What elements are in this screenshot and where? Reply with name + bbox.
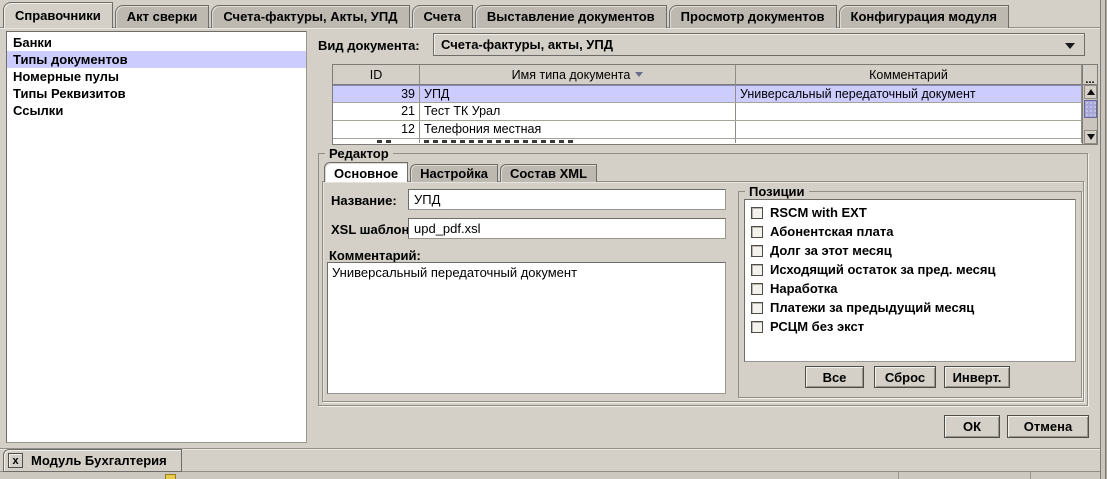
editor-tab-nastroyka[interactable]: Настройка: [410, 164, 498, 182]
checkbox-icon[interactable]: [751, 283, 763, 295]
checkbox-icon[interactable]: [751, 321, 763, 333]
doc-type-value: Счета-фактуры, акты, УПД: [441, 37, 613, 52]
table-scrollbar[interactable]: [1082, 85, 1097, 144]
module-tab-buhgalteriya[interactable]: x Модуль Бухгалтерия: [3, 449, 182, 472]
comment-field-label: Комментарий:: [329, 248, 421, 263]
doc-type-combobox[interactable]: Счета-фактуры, акты, УПД: [433, 33, 1085, 56]
cell-comment: [736, 103, 1082, 120]
position-item[interactable]: Исходящий остаток за пред. месяц: [747, 260, 1073, 279]
checkbox-icon[interactable]: [751, 264, 763, 276]
table-row[interactable]: 21 Тест ТК Урал: [333, 103, 1097, 121]
main-tab-bar: Справочники Акт сверки Счета-фактуры, Ак…: [3, 2, 1011, 28]
xsl-template-field-label: XSL шаблон:: [331, 222, 414, 237]
clipped-background-window: [0, 471, 1100, 479]
tab-scheta[interactable]: Счета: [412, 5, 473, 28]
cell-comment: [736, 121, 1082, 138]
folder-icon: [165, 474, 176, 479]
close-icon[interactable]: x: [8, 453, 23, 468]
table-row-clipped: [333, 139, 1097, 143]
tab-konfiguraciya[interactable]: Конфигурация модуля: [839, 5, 1009, 28]
comment-textarea[interactable]: Универсальный передаточный документ: [327, 262, 726, 394]
tab-vystavlenie[interactable]: Выставление документов: [475, 5, 667, 28]
checkbox-label: Наработка: [770, 281, 838, 296]
triangle-down-icon: [1087, 134, 1095, 140]
doc-types-table: ID Имя типа документа Комментарий 39 УПД…: [332, 64, 1098, 145]
checkbox-icon[interactable]: [751, 302, 763, 314]
divider: [898, 472, 899, 479]
position-item[interactable]: РСЦМ без экст: [747, 317, 1073, 336]
position-item[interactable]: RSCM with EXT: [747, 203, 1073, 222]
editor-tab-sostav-xml[interactable]: Состав XML: [500, 164, 597, 182]
reference-list: Банки Типы документов Номерные пулы Типы…: [6, 31, 307, 443]
position-item[interactable]: Платежи за предыдущий месяц: [747, 298, 1073, 317]
cell-name: Телефония местная: [420, 121, 736, 138]
cancel-button[interactable]: Отмена: [1007, 415, 1089, 438]
positions-groupbox-title: Позиции: [745, 184, 809, 199]
checkbox-label: Исходящий остаток за пред. месяц: [770, 262, 995, 277]
tab-prosmotr[interactable]: Просмотр документов: [669, 5, 837, 28]
column-header-name[interactable]: Имя типа документа: [420, 65, 736, 85]
cell-id: 39: [333, 86, 420, 102]
scroll-down-button[interactable]: [1084, 130, 1097, 144]
chevron-down-icon[interactable]: [1065, 43, 1075, 49]
tab-akt-sverki[interactable]: Акт сверки: [115, 5, 210, 28]
position-item[interactable]: Долг за этот месяц: [747, 241, 1073, 260]
tab-spravochniki[interactable]: Справочники: [3, 2, 113, 28]
ok-button[interactable]: ОК: [944, 415, 1000, 438]
position-item[interactable]: Наработка: [747, 279, 1073, 298]
sidebar-item-nomernye-puly[interactable]: Номерные пулы: [7, 68, 306, 85]
doc-type-label: Вид документа:: [318, 38, 420, 53]
tab-schota-faktury[interactable]: Счета-фактуры, Акты, УПД: [211, 5, 409, 28]
name-field-label: Название:: [331, 193, 397, 208]
cell-name: Тест ТК Урал: [420, 103, 736, 120]
editor-tab-bar: Основное Настройка Состав XML: [324, 162, 599, 182]
checkbox-icon[interactable]: [751, 226, 763, 238]
triangle-up-icon: [1087, 89, 1095, 95]
name-input[interactable]: [408, 189, 726, 210]
sidebar-item-tipy-rekvizitov[interactable]: Типы Реквизитов: [7, 85, 306, 102]
select-all-button[interactable]: Все: [805, 366, 864, 388]
xsl-template-input[interactable]: [408, 218, 726, 239]
module-tab-label: Модуль Бухгалтерия: [31, 453, 167, 468]
sidebar-item-banki[interactable]: Банки: [7, 34, 306, 51]
divider: [1030, 472, 1031, 479]
window-right-border: [1100, 0, 1107, 479]
column-header-comment[interactable]: Комментарий: [736, 65, 1082, 85]
position-item[interactable]: Абонентская плата: [747, 222, 1073, 241]
positions-list: RSCM with EXT Абонентская плата Долг за …: [744, 199, 1076, 362]
checkbox-label: Абонентская плата: [770, 224, 893, 239]
scrollbar-thumb[interactable]: [1084, 100, 1097, 118]
cell-name: УПД: [420, 86, 736, 102]
checkbox-label: Долг за этот месяц: [770, 243, 892, 258]
scroll-up-button[interactable]: [1084, 85, 1097, 99]
editor-groupbox-title: Редактор: [325, 146, 393, 161]
sidebar-item-tipy-dokumentov[interactable]: Типы документов: [7, 51, 306, 68]
column-header-name-label: Имя типа документа: [512, 68, 631, 82]
column-header-id[interactable]: ID: [333, 65, 420, 85]
checkbox-icon[interactable]: [751, 245, 763, 257]
table-header-row: ID Имя типа документа Комментарий: [333, 65, 1097, 85]
reset-button[interactable]: Сброс: [874, 366, 936, 388]
invert-button[interactable]: Инверт.: [944, 366, 1010, 388]
table-row[interactable]: 39 УПД Универсальный передаточный докуме…: [333, 85, 1097, 103]
checkbox-label: Платежи за предыдущий месяц: [770, 300, 974, 315]
sidebar-item-ssylki[interactable]: Ссылки: [7, 102, 306, 119]
table-row[interactable]: 12 Телефония местная: [333, 121, 1097, 139]
cell-id: 12: [333, 121, 420, 138]
checkbox-label: RSCM with EXT: [770, 205, 867, 220]
checkbox-icon[interactable]: [751, 207, 763, 219]
checkbox-label: РСЦМ без экст: [770, 319, 864, 334]
column-chooser-button[interactable]: ...: [1082, 65, 1097, 85]
editor-tab-osnovnoe[interactable]: Основное: [324, 162, 408, 182]
cell-id: 21: [333, 103, 420, 120]
sort-desc-icon: [635, 72, 643, 77]
cell-comment: Универсальный передаточный документ: [736, 86, 1082, 102]
